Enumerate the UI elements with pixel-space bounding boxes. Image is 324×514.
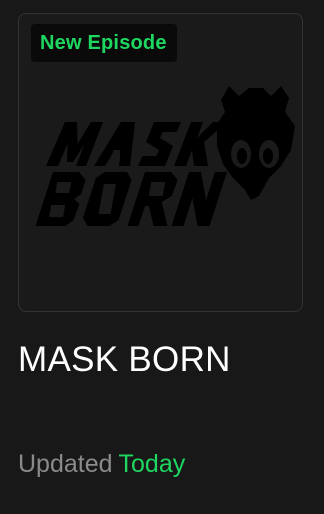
new-episode-badge-label: New Episode <box>40 31 167 54</box>
episode-card[interactable]: New Episode MASK BORN Updated Today <box>0 0 324 514</box>
updated-label: Updated <box>18 450 113 478</box>
cover-art[interactable]: New Episode <box>18 13 303 312</box>
show-title[interactable]: MASK BORN <box>18 340 231 380</box>
updated-status: Updated Today <box>18 450 185 479</box>
updated-value: Today <box>118 450 186 478</box>
new-episode-badge: New Episode <box>31 24 177 62</box>
